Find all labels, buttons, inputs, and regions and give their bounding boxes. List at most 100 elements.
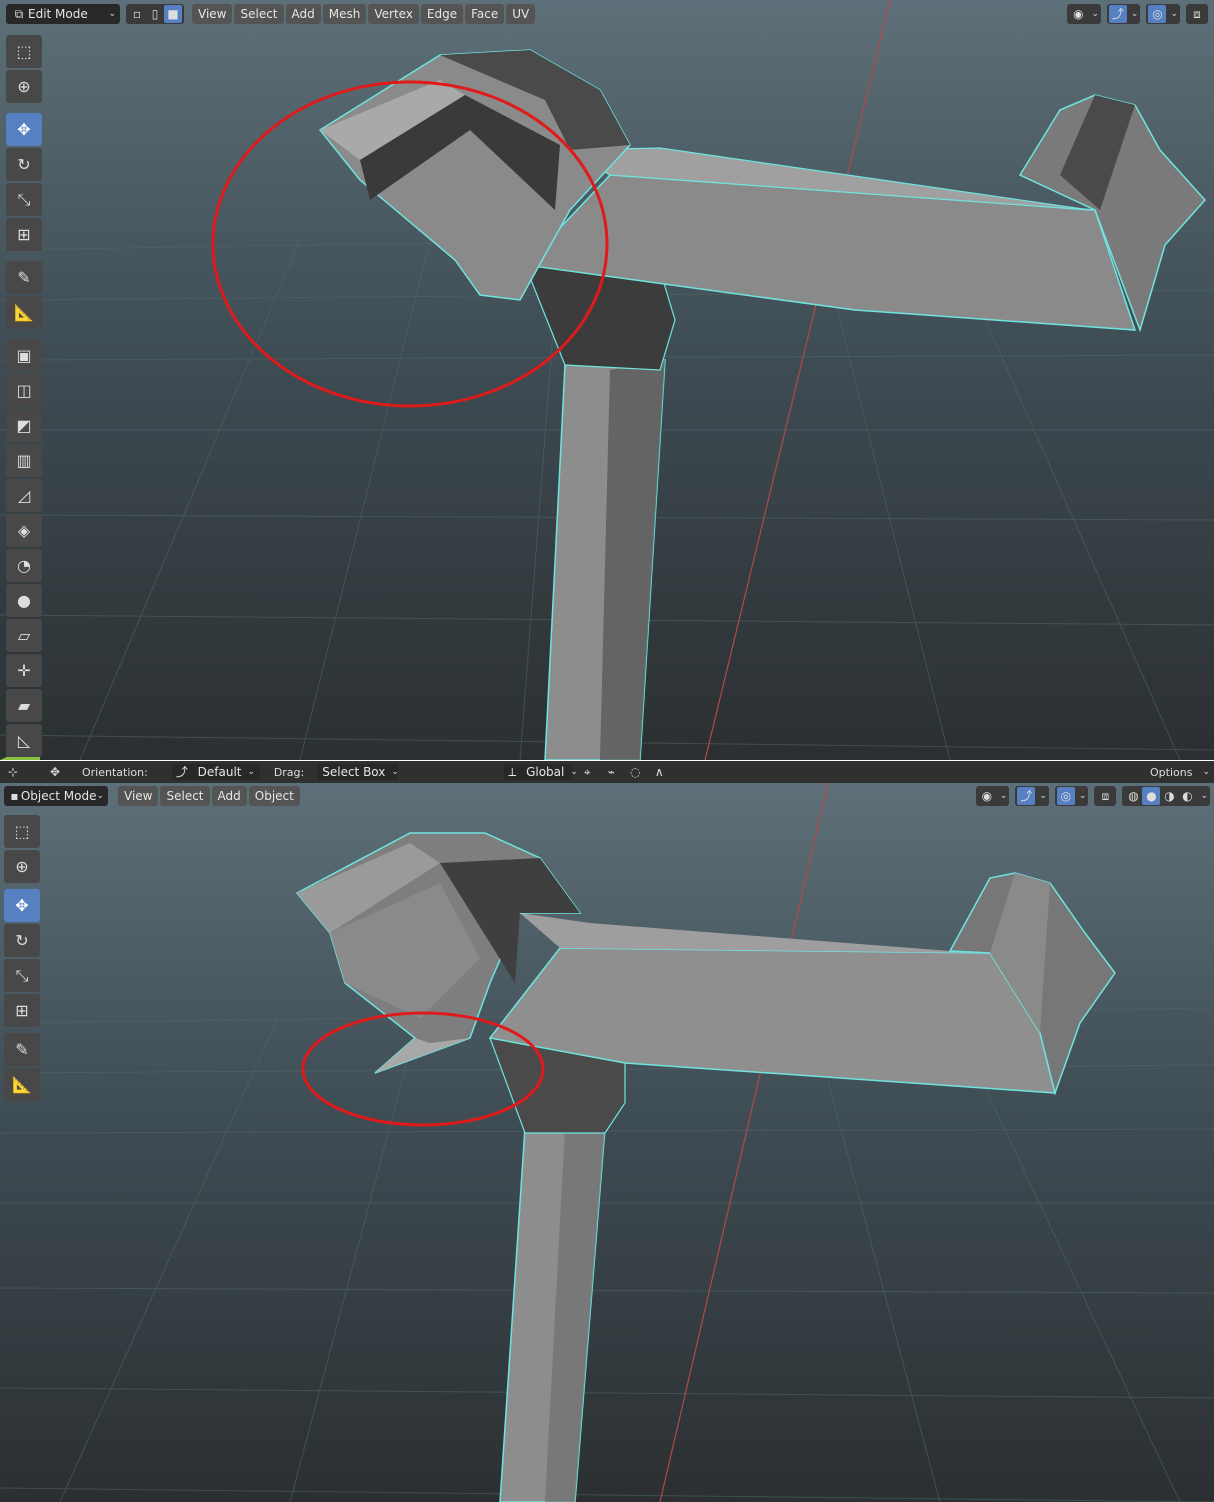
shading-group: ◍ ● ◑ ◐ ⌄ bbox=[1122, 786, 1210, 806]
gizmo-icon: ⤴ bbox=[1108, 5, 1127, 23]
drag-label: Drag: bbox=[273, 765, 305, 779]
orientation-value: Default bbox=[197, 765, 242, 779]
drag-value: Select Box bbox=[322, 765, 386, 779]
move-icon[interactable]: ✥ bbox=[6, 113, 42, 146]
menu-select[interactable]: Select bbox=[160, 786, 210, 806]
xray-toggle[interactable]: ⧈ bbox=[1186, 4, 1208, 24]
menu-add[interactable]: Add bbox=[285, 4, 321, 24]
chevron-down-icon[interactable]: ⌄ bbox=[1202, 767, 1210, 777]
select-box-icon[interactable]: ⬚ bbox=[4, 815, 40, 848]
scale-icon[interactable]: ⤡ bbox=[6, 183, 42, 216]
header-right: ◉ ⌄ ⤴ ⌄ ◎ ⌄ ⧈ bbox=[1067, 4, 1208, 24]
measure-icon[interactable]: 📐 bbox=[4, 1068, 40, 1101]
overlay-dropdown[interactable]: ◎ ⌄ bbox=[1146, 4, 1180, 24]
measure-icon[interactable]: 📐 bbox=[6, 296, 42, 329]
edge-slide-icon[interactable]: ▱ bbox=[6, 619, 42, 652]
menu-uv[interactable]: UV bbox=[506, 4, 536, 24]
cursor-icon[interactable]: ⊕ bbox=[4, 850, 40, 883]
overlay-icon: ◎ bbox=[1148, 5, 1167, 23]
chevron-down-icon: ⌄ bbox=[1170, 9, 1178, 19]
visibility-dropdown[interactable]: ◉ ⌄ bbox=[975, 786, 1010, 806]
transform-icon[interactable]: ⊞ bbox=[4, 994, 40, 1027]
rotate-icon[interactable]: ↻ bbox=[4, 924, 40, 957]
tool-icon[interactable]: ⊹ bbox=[4, 763, 22, 781]
chevron-down-icon: ⌄ bbox=[1078, 791, 1087, 801]
mode-label: Object Mode bbox=[20, 789, 97, 803]
viewport-edit-mode[interactable]: ⧉ Edit Mode ⌄ ▫ ▯ ■ View Select Add Mesh… bbox=[0, 0, 1214, 760]
mode-dropdown[interactable]: ⧉ Edit Mode ⌄ bbox=[6, 4, 120, 24]
annotate-icon[interactable]: ✎ bbox=[6, 261, 42, 294]
spin-icon[interactable]: ◔ bbox=[6, 549, 42, 582]
mode-dropdown[interactable]: ▪ Object Mode ⌄ bbox=[4, 786, 108, 806]
scale-icon[interactable]: ⤡ bbox=[4, 959, 40, 992]
pivot-icon[interactable]: ⌖ bbox=[578, 763, 596, 781]
options-label[interactable]: Options bbox=[1150, 766, 1192, 779]
transform-space-dropdown[interactable]: ⟂ Global ⌄ bbox=[504, 764, 578, 780]
menu-view[interactable]: View bbox=[192, 4, 233, 24]
falloff-icon[interactable]: ∧ bbox=[650, 763, 668, 781]
bevel-icon[interactable]: ◩ bbox=[6, 409, 42, 442]
chevron-down-icon: ⌄ bbox=[1039, 791, 1047, 801]
viewport-header-bottom: ▪ Object Mode ⌄ View Select Add Object ◉… bbox=[0, 783, 1214, 809]
chevron-down-icon: ⌄ bbox=[570, 767, 578, 777]
move-icon[interactable]: ✥ bbox=[4, 889, 40, 922]
menu-face[interactable]: Face bbox=[465, 4, 505, 24]
transform-space-value: Global bbox=[526, 765, 565, 779]
rendered-shading-icon[interactable]: ◐ bbox=[1178, 787, 1196, 805]
poly-build-icon[interactable]: ◈ bbox=[6, 514, 42, 547]
visibility-dropdown[interactable]: ◉ ⌄ bbox=[1067, 4, 1101, 24]
wireframe-shading-icon[interactable]: ◍ bbox=[1124, 787, 1142, 805]
vertex-select-icon[interactable]: ▫ bbox=[128, 5, 146, 23]
overlay-dropdown[interactable]: ◎ ⌄ bbox=[1054, 786, 1089, 806]
gizmo-icon: ⤴ bbox=[1017, 787, 1036, 805]
chevron-down-icon: ⌄ bbox=[96, 791, 104, 801]
gizmo-dropdown[interactable]: ⤴ ⌄ bbox=[1106, 4, 1141, 24]
menu-edge[interactable]: Edge bbox=[420, 4, 464, 24]
rip-icon[interactable]: ◺ bbox=[6, 724, 42, 757]
menu-vertex[interactable]: Vertex bbox=[368, 4, 419, 24]
edge-select-icon[interactable]: ▯ bbox=[146, 5, 164, 23]
shear-icon[interactable]: ▰ bbox=[6, 689, 42, 722]
select-mode-group: ▫ ▯ ■ bbox=[126, 4, 184, 24]
face-select-icon[interactable]: ■ bbox=[164, 5, 182, 23]
xray-icon: ⧈ bbox=[1101, 789, 1110, 803]
chevron-down-icon: ⌄ bbox=[247, 767, 256, 777]
transform-icon[interactable]: ✥ bbox=[46, 763, 64, 781]
solid-shading-icon[interactable]: ● bbox=[1142, 787, 1161, 805]
cursor-icon[interactable]: ⊕ bbox=[6, 70, 42, 103]
viewport-scene-edit[interactable] bbox=[0, 0, 1214, 760]
menu-mesh[interactable]: Mesh bbox=[322, 4, 367, 24]
global-icon: ⟂ bbox=[508, 765, 521, 779]
knife-icon[interactable]: ◿ bbox=[6, 479, 42, 512]
material-shading-icon[interactable]: ◑ bbox=[1160, 787, 1178, 805]
overlay-icon: ◎ bbox=[1056, 787, 1075, 805]
extrude-icon[interactable]: ▣ bbox=[6, 339, 42, 372]
transform-icon[interactable]: ⊞ bbox=[6, 218, 42, 251]
object-mode-icon: ▪ bbox=[10, 789, 19, 803]
chevron-down-icon: ⌄ bbox=[1130, 9, 1139, 19]
menu-select[interactable]: Select bbox=[234, 4, 284, 24]
visibility-icon: ◉ bbox=[981, 789, 993, 803]
xray-icon: ⧈ bbox=[1193, 7, 1201, 21]
viewport-scene-object[interactable] bbox=[0, 783, 1214, 1502]
annotate-icon[interactable]: ✎ bbox=[4, 1033, 40, 1066]
menu-view[interactable]: View bbox=[118, 786, 159, 806]
drag-dropdown[interactable]: Select Box ⌄ bbox=[318, 764, 399, 780]
orientation-dropdown[interactable]: ⤴ Default ⌄ bbox=[171, 764, 260, 780]
gizmo-dropdown[interactable]: ⤴ ⌄ bbox=[1015, 786, 1049, 806]
snap-icon[interactable]: ⌁ bbox=[602, 763, 620, 781]
orientation-icon: ⤴ bbox=[175, 765, 192, 779]
rotate-icon[interactable]: ↻ bbox=[6, 148, 42, 181]
menu-add[interactable]: Add bbox=[211, 786, 247, 806]
chevron-down-icon: ⌄ bbox=[391, 767, 399, 777]
shrink-fatten-icon[interactable]: ✛ bbox=[6, 654, 42, 687]
select-box-icon[interactable]: ⬚ bbox=[6, 35, 42, 68]
smooth-icon[interactable]: ● bbox=[6, 584, 42, 617]
inset-icon[interactable]: ◫ bbox=[6, 374, 42, 407]
loop-cut-icon[interactable]: ▥ bbox=[6, 444, 42, 477]
proportional-edit-icon[interactable]: ◌ bbox=[626, 763, 644, 781]
viewport-object-mode[interactable]: ▪ Object Mode ⌄ View Select Add Object ◉… bbox=[0, 783, 1214, 1502]
menu-object[interactable]: Object bbox=[248, 786, 300, 806]
chevron-down-icon[interactable]: ⌄ bbox=[1200, 791, 1208, 801]
xray-toggle[interactable]: ⧈ bbox=[1094, 786, 1117, 806]
